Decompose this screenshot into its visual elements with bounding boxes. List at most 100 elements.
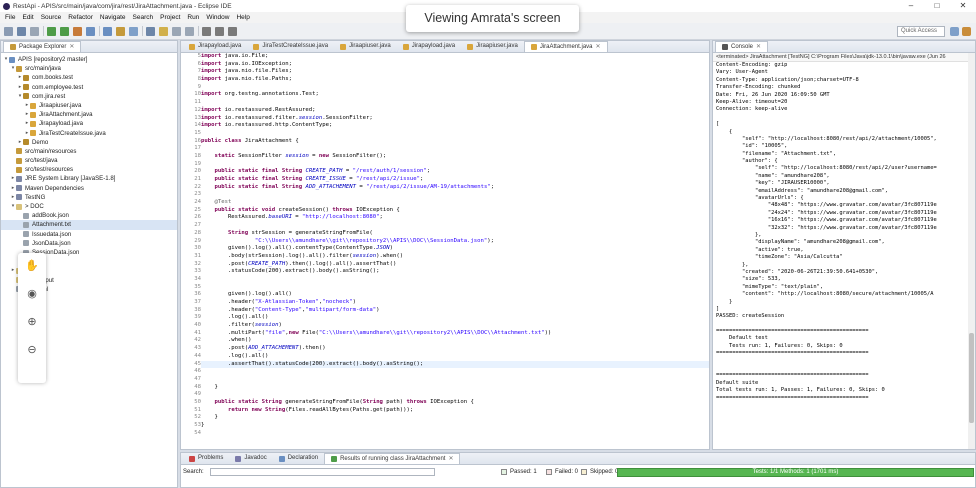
code-line[interactable]: import io.restassured.http.ContentType; [201,122,709,130]
tree-item[interactable]: ▸ JRE System Library [JavaSE-1.8] [1,174,177,183]
pin-icon[interactable] [228,26,237,36]
code-line[interactable]: import java.io.File; [201,53,709,61]
code-line[interactable]: .log().all() [201,314,709,322]
tree-item[interactable]: ▸ Demo [1,138,177,147]
tree-item[interactable]: ▸ Jirapayload.java [1,119,177,128]
forward-icon[interactable] [215,26,224,36]
code-line[interactable]: return new String(Files.readAllBytes(Pat… [201,407,709,415]
tree-item[interactable]: Attachment.txt [1,220,177,230]
editor-tab[interactable]: Jiraapiuser.java [461,41,524,52]
editor-tab[interactable]: Jirapayload.java [183,41,247,52]
tree-item[interactable]: ▾ src/main/java [1,64,177,73]
code-line[interactable] [201,161,709,169]
menu-file[interactable]: File [5,14,15,21]
code-line[interactable]: @Test [201,199,709,207]
tab-testng-results[interactable]: Results of running class JiraAttachment ✕ [324,453,461,465]
menu-navigate[interactable]: Navigate [100,14,126,21]
code-line[interactable]: .post(CREATE_PATH).then().log().all().as… [201,261,709,269]
code-line[interactable]: import java.nio.file.Paths; [201,76,709,84]
code-line[interactable] [201,376,709,384]
tab-javadoc[interactable]: Javadoc [229,453,272,464]
tree-item[interactable]: src/test/java [1,156,177,165]
code-line[interactable]: public static final String CREATE_ISSUE … [201,176,709,184]
code-line[interactable]: RestAssured.baseURI = "http://localhost:… [201,214,709,222]
code-line[interactable]: import java.nio.file.Files; [201,68,709,76]
tree-item[interactable]: addBook.json [1,211,177,220]
code-line[interactable]: public static void createSession() throw… [201,207,709,215]
code-line[interactable]: import io.restassured.RestAssured; [201,107,709,115]
code-line[interactable] [201,276,709,284]
source-code[interactable]: import java.io.File; import java.io.IOExc… [201,53,709,437]
close-tab-icon[interactable]: ✕ [69,42,74,53]
open-type-icon[interactable] [129,26,138,36]
code-line[interactable] [201,130,709,138]
perspective-icon[interactable] [950,27,959,36]
code-line[interactable]: import org.testng.annotations.Test; [201,91,709,99]
quick-access-input[interactable]: Quick Access [897,26,945,37]
save-icon[interactable] [17,26,26,36]
new-icon[interactable] [4,26,13,36]
annotation-icon[interactable] [159,26,168,36]
menu-edit[interactable]: Edit [22,14,33,21]
code-line[interactable]: given().log().all() [201,291,709,299]
hand-icon[interactable]: ✋ [25,259,39,272]
code-line[interactable]: .log().all() [201,353,709,361]
code-line[interactable]: .post(ADD_ATTACHEMENT).then() [201,345,709,353]
menu-refactor[interactable]: Refactor [68,14,93,21]
console-output[interactable]: <terminated> JiraAttachment [TestNG] C:\… [713,53,975,449]
zoom-out-icon[interactable]: ⊖ [27,343,36,356]
code-line[interactable] [201,222,709,230]
tree-item[interactable]: ▾ APIS [repository2 master] [1,55,177,64]
code-line[interactable]: import java.io.IOException; [201,61,709,69]
external-tools-icon[interactable] [73,26,82,36]
code-line[interactable] [201,84,709,92]
code-line[interactable] [201,391,709,399]
code-line[interactable]: public static final String CREATE_PATH =… [201,168,709,176]
editor-tab[interactable]: JiraAttachment.java ✕ [523,41,608,53]
tree-item[interactable]: src/test/resources [1,165,177,174]
close-icon[interactable]: ✕ [950,0,976,12]
editor-tab[interactable]: Jirapayload.java [397,41,461,52]
new-java-project-icon[interactable] [86,26,95,36]
maximize-icon[interactable]: □ [924,0,950,12]
pointer-icon[interactable]: ◉ [27,287,37,300]
new-class-icon[interactable] [116,26,125,36]
back-icon[interactable] [202,26,211,36]
tab-console[interactable]: Console ✕ [715,41,769,53]
debug-icon[interactable] [47,26,56,36]
code-line[interactable]: .assertThat().statusCode(200).extract().… [201,360,709,369]
next-annotation-icon[interactable] [172,26,181,36]
close-tab-icon[interactable]: ✕ [448,454,453,465]
menu-help[interactable]: Help [236,14,249,21]
run-icon[interactable] [60,26,69,36]
close-tab-icon[interactable]: ✕ [596,42,601,53]
code-line[interactable]: "C:\\Users\\amundhare\\git\\repository2\… [201,238,709,246]
new-package-icon[interactable] [103,26,112,36]
menu-project[interactable]: Project [160,14,180,21]
tab-problems[interactable]: Problems [183,453,229,464]
code-line[interactable] [201,284,709,292]
code-line[interactable]: .statusCode(200).extract().body().asStri… [201,268,709,276]
code-area[interactable]: 5 6 7 8 9 10 11 12 13 14 15 16 17 18 19 20 21 22 23 24 25 26 2… [181,53,709,449]
code-line[interactable]: .header("Content-Type","multipart/form-d… [201,307,709,315]
tree-item[interactable]: ▸ com.books.test [1,73,177,82]
code-line[interactable]: .multiPart("file",new File("C:\\Users\\a… [201,330,709,338]
code-line[interactable]: import io.restassured.filter.session.Ses… [201,115,709,123]
zoom-in-icon[interactable]: ⊕ [27,315,36,328]
prev-annotation-icon[interactable] [185,26,194,36]
menu-window[interactable]: Window [206,14,229,21]
tree-item[interactable]: JsonData.json [1,239,177,248]
tree-item[interactable]: ▸ Maven Dependencies [1,184,177,193]
tree-item[interactable]: ▾ com.jira.rest [1,92,177,101]
code-line[interactable]: .header("X-Atlassian-Token","nocheck") [201,299,709,307]
code-line[interactable] [201,368,709,376]
code-line[interactable]: .body(strSession).log().all().filter(ses… [201,253,709,261]
code-line[interactable]: } [201,414,709,422]
java-perspective-icon[interactable] [962,27,971,36]
code-line[interactable]: static SessionFilter session = new Sessi… [201,153,709,161]
editor-tab[interactable]: JiraTestCreateIssue.java [247,41,334,52]
close-tab-icon[interactable]: ✕ [756,42,761,53]
menu-source[interactable]: Source [41,14,62,21]
tree-item[interactable]: ▸ JiraTestCreateIssue.java [1,129,177,138]
code-line[interactable]: String strSession = generateStringFromFi… [201,230,709,238]
